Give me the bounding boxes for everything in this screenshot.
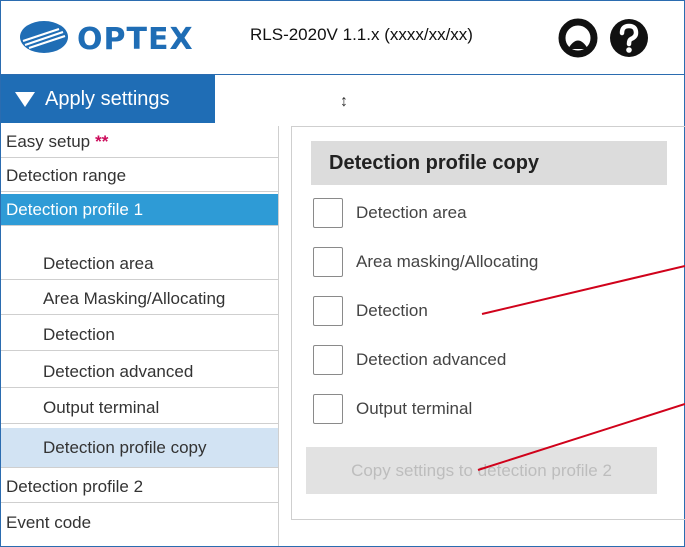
sidebar-item-detection-advanced[interactable]: Detection advanced (1, 356, 278, 388)
checkbox[interactable] (313, 296, 343, 326)
brand-text: OPTEX (77, 22, 194, 55)
copy-settings-button[interactable]: Copy settings to detection profile 2 (306, 447, 657, 494)
sidebar-item-detection[interactable]: Detection (1, 319, 278, 351)
sidebar-item-label: Detection advanced (43, 362, 194, 381)
sidebar-divider (278, 126, 279, 546)
checkbox[interactable] (313, 394, 343, 424)
sidebar-item-event-code[interactable]: Event code (1, 507, 278, 539)
toolbar: Apply settings ↕ (1, 75, 684, 124)
sidebar-item-label: Detection profile copy (43, 438, 207, 457)
checkbox-label: Detection (356, 301, 428, 320)
sidebar-item-detection-profile-2[interactable]: Detection profile 2 (1, 471, 278, 503)
sidebar-item-detection-profile-copy[interactable]: Detection profile copy (1, 428, 278, 468)
triangle-down-icon (15, 91, 35, 107)
checkbox-label: Detection area (356, 203, 467, 222)
resize-handle-icon[interactable]: ↕ (340, 93, 348, 111)
firmware-version: RLS-2020V 1.1.x (xxxx/xx/xx) (250, 25, 473, 44)
sidebar-item-label: Detection profile 2 (6, 477, 144, 496)
sidebar-item-label: Detection area (43, 254, 154, 273)
help-icon[interactable] (609, 18, 649, 58)
apply-settings-label: Apply settings (45, 87, 170, 110)
sidebar-item-detection-area[interactable]: Detection area (1, 248, 278, 280)
sidebar-item-label: Detection profile 1 (6, 200, 144, 219)
checkbox[interactable] (313, 247, 343, 277)
optex-logo: OPTEX (20, 21, 194, 55)
user-icon[interactable] (558, 18, 598, 58)
header: OPTEX RLS-2020V 1.1.x (xxxx/xx/xx) (1, 1, 684, 75)
checkbox[interactable] (313, 345, 343, 375)
sidebar-item-output-terminal[interactable]: Output terminal (1, 392, 278, 424)
sidebar-item-label: Event code (6, 513, 92, 532)
sidebar-item-detection-profile-1[interactable]: Detection profile 1 (1, 194, 278, 226)
checkbox-label: Area masking/Allocating (356, 252, 539, 271)
checkbox-label: Output terminal (356, 399, 473, 418)
sidebar-item-label: Detection (43, 325, 115, 344)
sidebar-item-label: Easy setup (6, 132, 91, 151)
checkbox[interactable] (313, 198, 343, 228)
sidebar-item-label: Detection range (6, 166, 127, 185)
sidebar-item-easy-setup[interactable]: Easy setup ** (1, 126, 278, 158)
checkbox-label: Detection advanced (356, 350, 507, 369)
page-title: Detection profile copy (311, 141, 667, 185)
apply-settings-button[interactable]: Apply settings (1, 75, 215, 123)
sidebar-item-label: Output terminal (43, 398, 160, 417)
sidebar-item-area-masking[interactable]: Area Masking/Allocating (1, 283, 278, 315)
sidebar-item-detection-range[interactable]: Detection range (1, 160, 278, 192)
sidebar-item-label: Area Masking/Allocating (43, 289, 226, 308)
required-marker: ** (95, 132, 109, 151)
